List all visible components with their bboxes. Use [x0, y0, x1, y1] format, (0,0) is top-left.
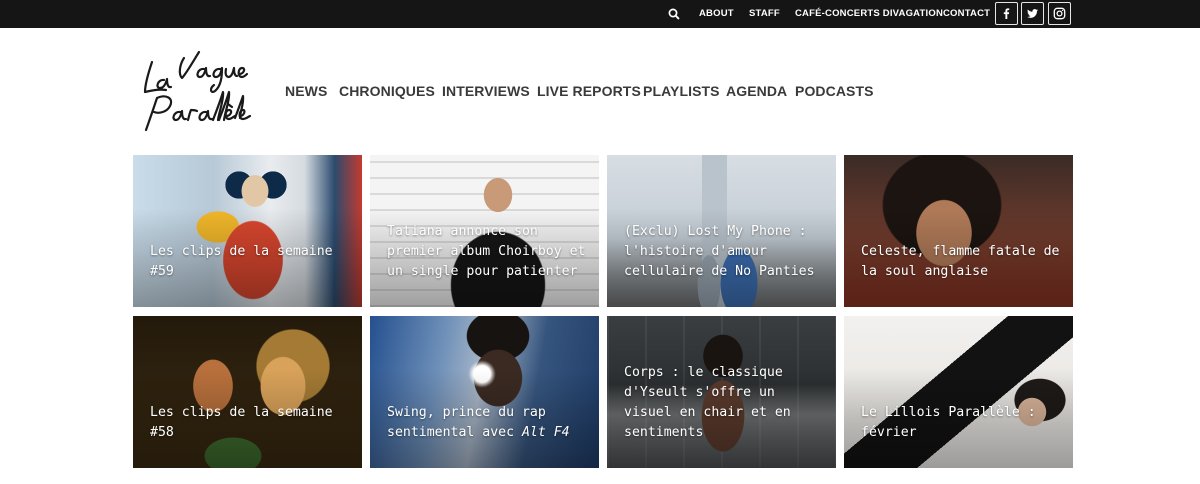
- article-title: (Exclu) Lost My Phone : l'histoire d'amo…: [624, 224, 815, 279]
- image-overlay: [844, 316, 1073, 468]
- article-title: Les clips de la semaine #59: [150, 244, 333, 279]
- facebook-icon: [1003, 8, 1010, 19]
- article-title: Celeste, flamme fatale de la soul anglai…: [861, 244, 1060, 279]
- nav-interviews[interactable]: INTERVIEWS: [442, 83, 530, 99]
- search-icon[interactable]: [666, 6, 682, 22]
- image-overlay: [133, 316, 362, 468]
- nav-podcasts[interactable]: PODCASTS: [795, 83, 874, 99]
- article-title: Corps : le classique d'Yseult s'offre un…: [624, 365, 791, 440]
- top-link-contact[interactable]: CONTACT: [943, 8, 990, 19]
- top-link-about[interactable]: ABOUT: [699, 8, 734, 19]
- facebook-button[interactable]: [995, 2, 1018, 25]
- nav-chroniques[interactable]: CHRONIQUES: [339, 83, 435, 99]
- instagram-button[interactable]: [1048, 2, 1071, 25]
- image-overlay: [133, 155, 362, 307]
- site-logo[interactable]: [136, 46, 256, 138]
- article-card[interactable]: Corps : le classique d'Yseult s'offre un…: [607, 316, 836, 468]
- image-overlay: [370, 316, 599, 468]
- top-link-staff[interactable]: STAFF: [749, 8, 780, 19]
- article-card[interactable]: Les clips de la semaine #59: [133, 155, 362, 307]
- article-card[interactable]: Celeste, flamme fatale de la soul anglai…: [844, 155, 1073, 307]
- article-card[interactable]: (Exclu) Lost My Phone : l'histoire d'amo…: [607, 155, 836, 307]
- article-title: Swing, prince du rap sentimental avec Al…: [387, 405, 570, 440]
- twitter-button[interactable]: [1021, 2, 1044, 25]
- article-title: Tatiana annonce son premier album Choirb…: [387, 224, 586, 279]
- twitter-icon: [1027, 9, 1038, 18]
- article-title: Les clips de la semaine #58: [150, 405, 333, 440]
- article-title: Le Lillois Parallèle : février: [861, 405, 1036, 440]
- image-overlay: [844, 155, 1073, 307]
- top-bar: ABOUT STAFF CAFÉ-CONCERTS DIVAGATION CON…: [0, 0, 1200, 28]
- article-card[interactable]: Le Lillois Parallèle : février: [844, 316, 1073, 468]
- nav-playlists[interactable]: PLAYLISTS: [643, 83, 720, 99]
- nav-live-reports[interactable]: LIVE REPORTS: [537, 83, 641, 99]
- instagram-icon: [1053, 7, 1066, 20]
- article-card[interactable]: Swing, prince du rap sentimental avec Al…: [370, 316, 599, 468]
- article-card[interactable]: Les clips de la semaine #58: [133, 316, 362, 468]
- article-card[interactable]: Tatiana annonce son premier album Choirb…: [370, 155, 599, 307]
- top-link-cafe-concerts[interactable]: CAFÉ-CONCERTS DIVAGATION: [795, 8, 943, 19]
- nav-news[interactable]: NEWS: [285, 83, 327, 99]
- nav-agenda[interactable]: AGENDA: [726, 83, 787, 99]
